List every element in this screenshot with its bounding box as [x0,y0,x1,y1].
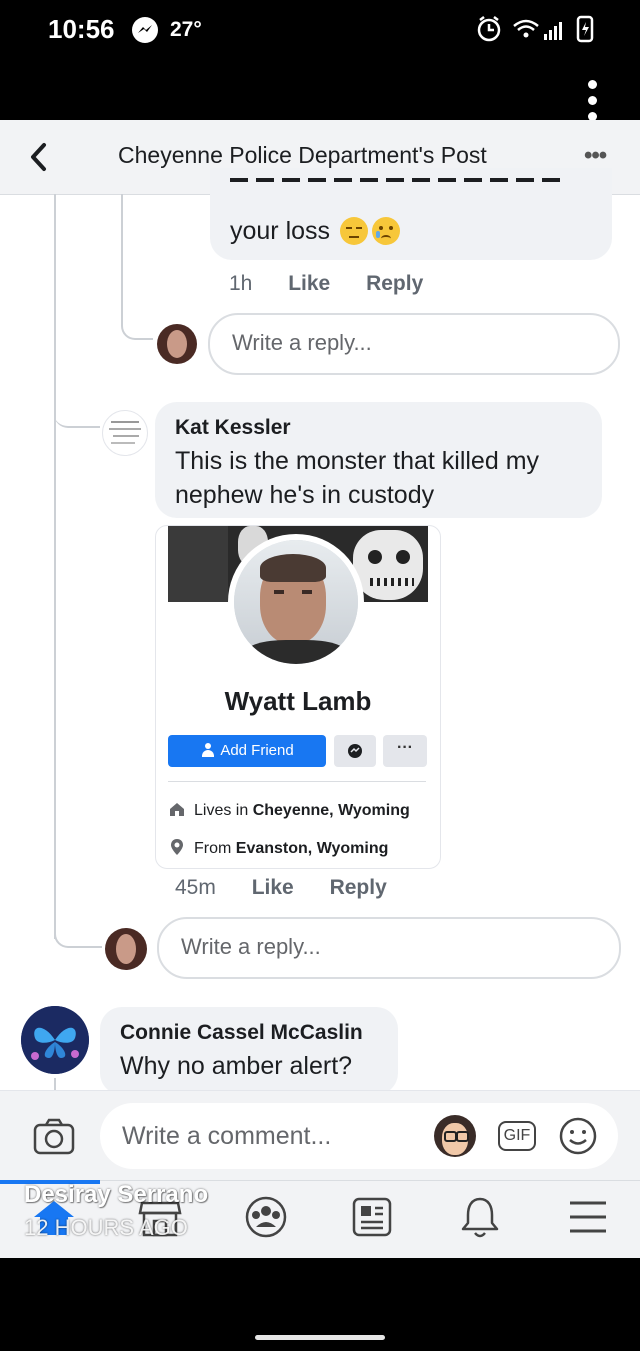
thread-line [54,1078,56,1090]
reply-button[interactable]: Reply [366,272,423,295]
avatar [157,324,197,364]
messenger-icon [132,17,158,43]
comment-bubble: Connie Cassel McCaslin Why no amber aler… [100,1007,398,1095]
profile-card[interactable]: Wyatt Lamb Add Friend ··· Lives in Cheye… [155,525,441,869]
comment-author[interactable]: Kat Kessler [175,416,291,440]
status-icons [477,15,594,43]
story-watermark-name: Desiray Serrano [24,1181,209,1208]
add-friend-label: Add Friend [220,742,294,759]
thread-connector [121,194,153,340]
messenger-icon [348,744,362,758]
avatar [21,1006,89,1074]
comment-text-line: nephew he's in custody [175,481,435,509]
status-bar: 10:56 27° [0,0,640,121]
groups-icon[interactable] [242,1195,290,1239]
story-watermark-time: 12 HOURS AGO [24,1215,188,1240]
comment-bubble: Kat Kessler This is the monster that kil… [155,402,602,518]
like-button[interactable]: Like [288,272,330,295]
reply-field[interactable] [157,917,621,979]
profile-name[interactable]: Wyatt Lamb [156,686,440,717]
reply-input[interactable] [230,329,594,357]
lives-in-prefix: Lives in [194,802,249,819]
comment-composer: GIF [0,1090,640,1181]
thread-line [54,194,56,939]
camera-icon[interactable] [32,1117,76,1157]
divider [168,781,426,782]
lives-in-row: Lives in Cheyenne, Wyoming [168,801,410,820]
butterfly-image [21,1006,89,1074]
profile-photo [228,534,364,670]
status-time: 10:56 [48,14,115,44]
avatar [102,410,148,456]
reply-field[interactable] [208,313,620,375]
more-button[interactable]: ··· [383,735,427,767]
comment-actions: 1h Like Reply [229,272,423,296]
gif-label: GIF [503,1127,531,1144]
notifications-icon[interactable] [456,1195,504,1239]
emoji-icon[interactable] [558,1116,598,1156]
crying-emoji-icon [372,217,401,245]
gesture-bar[interactable] [255,1335,385,1340]
location-pin-icon [171,839,183,855]
thread-connector [54,370,100,428]
comment-text-line: This is the monster that killed my [175,447,540,475]
from-prefix: From [194,840,232,857]
reply-input[interactable] [179,933,543,961]
from-place[interactable]: Evanston, Wyoming [236,840,389,857]
gif-button[interactable]: GIF [498,1121,536,1151]
reply-button[interactable]: Reply [330,876,387,899]
from-row: From Evanston, Wyoming [168,838,388,858]
bitmoji-avatar-icon[interactable] [434,1115,476,1157]
home-icon [170,803,184,816]
comment-text: Why no amber alert? [120,1052,353,1080]
add-friend-button[interactable]: Add Friend [168,735,326,767]
comment-actions: 45m Like Reply [175,876,387,900]
pensive-emoji-icon [340,217,369,245]
thread-connector [54,890,102,948]
comment-time: 45m [175,876,216,899]
comment-bubble: your loss [210,168,612,260]
more-options-icon[interactable]: ••• [584,142,607,170]
like-button[interactable]: Like [252,876,294,899]
comment-field[interactable]: GIF [100,1103,618,1169]
comment-text: your loss [230,217,331,245]
comment-time: 1h [229,272,253,295]
menu-icon[interactable] [564,1195,612,1239]
news-icon[interactable] [348,1195,396,1239]
back-arrow-icon[interactable] [26,140,52,174]
post-comments-view: Cheyenne Police Department's Post ••• yo… [0,120,640,1258]
lives-in-place[interactable]: Cheyenne, Wyoming [253,802,410,819]
add-user-icon [200,743,216,757]
comment-input[interactable] [120,1121,424,1152]
avatar [105,928,147,970]
page-title: Cheyenne Police Department's Post [118,142,487,168]
status-temperature: 27° [170,18,202,41]
comment-author[interactable]: Connie Cassel McCaslin [120,1021,363,1045]
message-button[interactable] [334,735,376,767]
truncated-text [230,174,566,182]
